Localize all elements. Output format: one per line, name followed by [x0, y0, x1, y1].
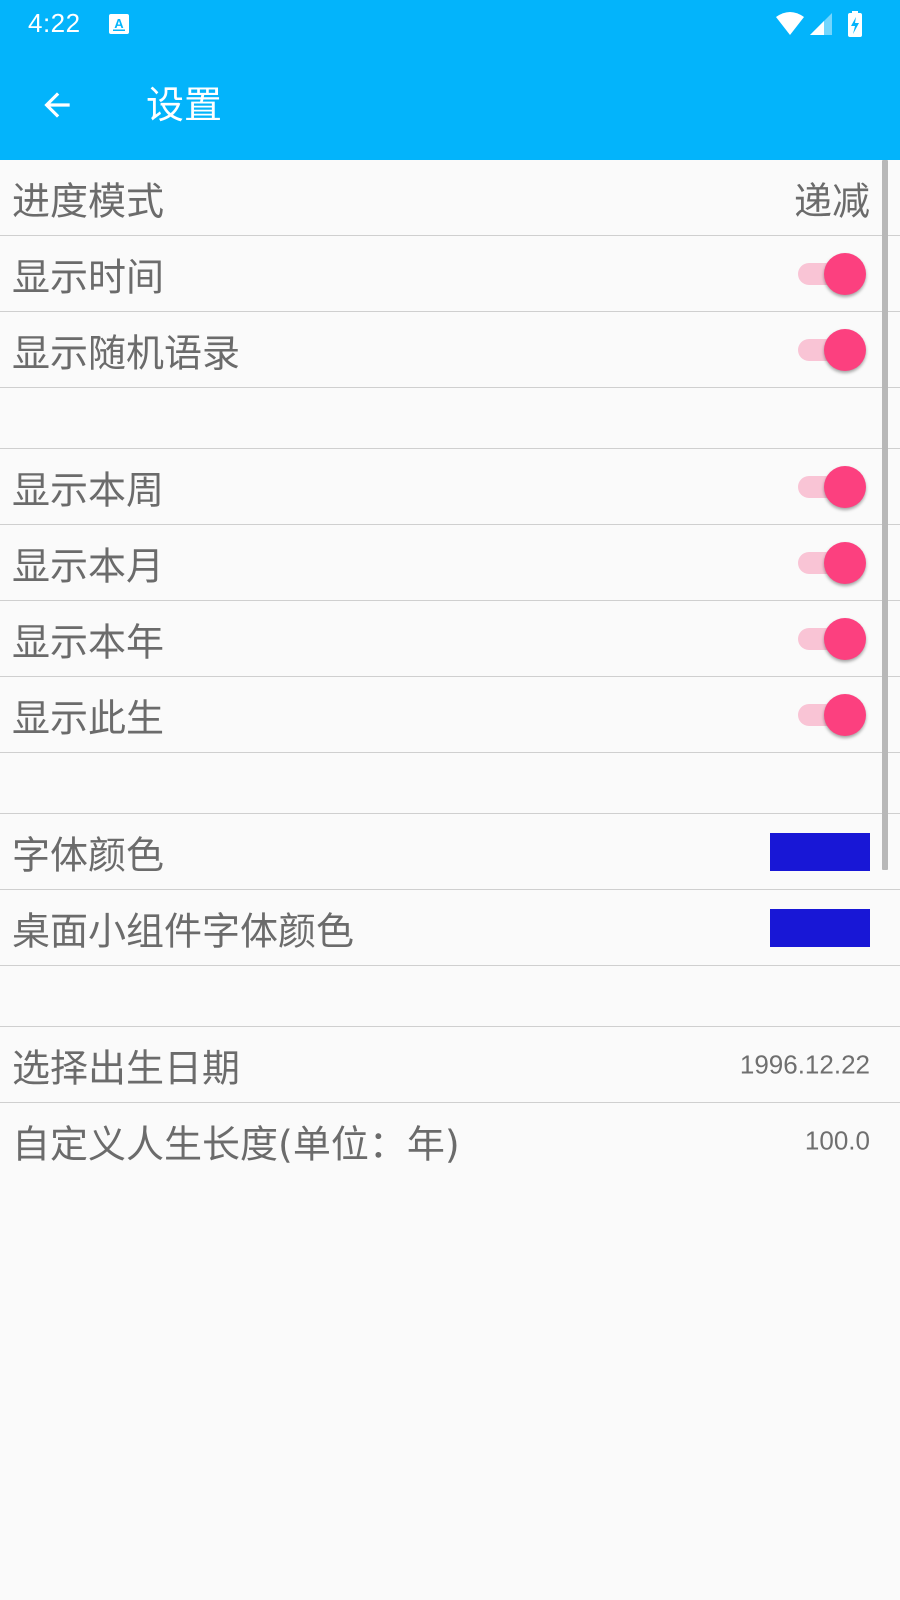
app-bar: 设置 [0, 50, 900, 160]
life-length-row[interactable]: 自定义人生长度(单位：年) 100.0 [0, 1103, 900, 1179]
back-button[interactable] [22, 70, 92, 140]
notification-a-icon: A [109, 14, 129, 34]
settings-screen: 4:22 A 设置 进度模式 递减 显示时间 显示随机语录 显示本周 显示本月 … [0, 0, 900, 1600]
scrollbar[interactable] [882, 160, 888, 870]
toggle-thumb [824, 465, 866, 508]
show-life-row[interactable]: 显示此生 [0, 677, 900, 753]
widget-font-color-row[interactable]: 桌面小组件字体颜色 [0, 890, 900, 966]
show-year-toggle[interactable] [798, 617, 866, 660]
show-week-toggle[interactable] [798, 465, 866, 508]
show-month-label: 显示本月 [12, 544, 165, 588]
wifi-icon [776, 12, 804, 35]
font-color-label: 字体颜色 [12, 833, 165, 877]
show-life-label: 显示此生 [12, 696, 165, 740]
widget-font-color-swatch[interactable] [770, 908, 870, 947]
font-color-swatch[interactable] [770, 832, 870, 871]
widget-font-color-label: 桌面小组件字体颜色 [12, 909, 355, 953]
progress-mode-row[interactable]: 进度模式 递减 [0, 160, 900, 236]
show-life-toggle[interactable] [798, 693, 866, 736]
toggle-thumb [824, 693, 866, 736]
birth-date-value[interactable]: 1996.12.22 [740, 1049, 870, 1080]
show-month-row[interactable]: 显示本月 [0, 525, 900, 601]
life-length-label: 自定义人生长度(单位：年) [12, 1122, 460, 1167]
progress-mode-value[interactable]: 递减 [794, 170, 870, 225]
show-time-label: 显示时间 [12, 255, 165, 299]
show-time-row[interactable]: 显示时间 [0, 236, 900, 312]
status-bar: 4:22 A [0, 0, 900, 50]
status-time: 4:22 [28, 8, 81, 38]
birth-date-row[interactable]: 选择出生日期 1996.12.22 [0, 1027, 900, 1103]
life-length-value[interactable]: 100.0 [805, 1126, 870, 1157]
page-title: 设置 [146, 83, 223, 127]
show-quote-toggle[interactable] [798, 328, 866, 371]
show-week-label: 显示本周 [12, 468, 165, 512]
section-divider [0, 388, 900, 449]
show-month-toggle[interactable] [798, 541, 866, 584]
toggle-thumb [824, 328, 866, 371]
section-divider [0, 966, 900, 1027]
show-year-label: 显示本年 [12, 620, 165, 664]
status-icons [776, 11, 862, 37]
cell-signal-icon [810, 13, 832, 35]
toggle-thumb [824, 541, 866, 584]
show-year-row[interactable]: 显示本年 [0, 601, 900, 677]
show-quote-label: 显示随机语录 [12, 331, 241, 375]
birth-date-label: 选择出生日期 [12, 1046, 241, 1090]
toggle-thumb [824, 252, 866, 295]
svg-text:A: A [114, 16, 124, 31]
section-divider [0, 753, 900, 814]
arrow-back-icon [44, 92, 70, 118]
progress-mode-label: 进度模式 [12, 179, 165, 223]
show-week-row[interactable]: 显示本周 [0, 449, 900, 525]
toggle-thumb [824, 617, 866, 660]
font-color-row[interactable]: 字体颜色 [0, 814, 900, 890]
settings-list: 进度模式 递减 显示时间 显示随机语录 显示本周 显示本月 显示本年 显示此生 … [0, 160, 900, 1179]
show-time-toggle[interactable] [798, 252, 866, 295]
show-quote-row[interactable]: 显示随机语录 [0, 312, 900, 388]
battery-icon [848, 11, 862, 37]
